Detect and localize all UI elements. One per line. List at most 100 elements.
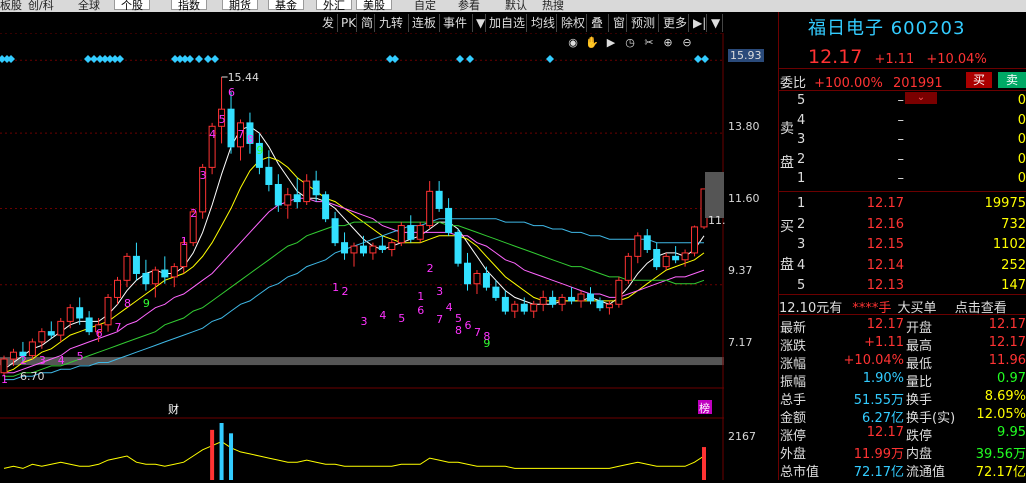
sell-side-label: 盘 — [780, 155, 794, 171]
low-band — [0, 357, 724, 366]
stat-v1: 1.90% — [862, 371, 904, 386]
stat-v2: 12.05% — [976, 407, 1026, 422]
order-book-n: 1 — [797, 171, 806, 186]
toolbar-button[interactable]: 事件 — [440, 14, 473, 32]
toolbar-button[interactable]: 除权 — [558, 14, 587, 32]
stat-l2: 换手(实) — [906, 411, 956, 426]
price-scroll-indicator[interactable] — [705, 172, 724, 218]
td-marker: 5 — [398, 312, 405, 325]
top-nav-item[interactable]: 基金 — [268, 0, 304, 12]
play-icon[interactable]: ▶ — [604, 36, 618, 50]
top-nav-item[interactable]: 自定 — [414, 0, 436, 12]
axis-label: 13.80 — [728, 120, 760, 133]
zoom-minus-icon[interactable]: ⊖ — [680, 36, 694, 50]
sell-button[interactable]: 卖 — [998, 72, 1026, 88]
candle-body — [341, 242, 349, 254]
toolbar-button[interactable]: 九转 — [376, 14, 409, 32]
order-book-vol: 147 — [1001, 278, 1026, 293]
order-book-vol: 19975 — [984, 196, 1026, 211]
candle-body — [691, 226, 699, 254]
toolbar-button[interactable]: ▼ — [473, 14, 486, 32]
top-nav-item[interactable]: 美股 — [356, 0, 392, 12]
toolbar-button[interactable]: 预测 — [628, 14, 659, 32]
top-nav-item[interactable]: 热搜 — [542, 0, 564, 12]
divider — [779, 294, 1026, 295]
top-nav-item[interactable]: 参看 — [458, 0, 480, 12]
order-book-price: – — [897, 171, 905, 186]
stat-v2: 8.69% — [984, 389, 1026, 404]
stat-l1: 外盘 — [780, 447, 807, 462]
order-book-price: – — [897, 132, 905, 147]
volume-ma-line — [3, 441, 705, 469]
event-diamond — [546, 55, 554, 63]
td-marker: 5 — [77, 350, 84, 363]
buy-side-label: 买 — [780, 219, 794, 235]
td-marker: 1 — [332, 281, 339, 294]
candle-body — [520, 303, 528, 312]
td-marker: 8 — [483, 330, 490, 343]
td-marker: 7 — [436, 313, 443, 326]
candle-body — [359, 245, 367, 254]
toolbar-button[interactable]: ▶| — [690, 14, 707, 32]
hand-icon[interactable]: ✋ — [585, 36, 599, 50]
candle-body — [643, 235, 651, 251]
candle-body — [501, 296, 509, 312]
td-marker: 8 — [247, 133, 254, 146]
kline-chart[interactable]: 12 3 4 56 78 91 23 4 567891234567 891234567 815.44… — [0, 32, 724, 480]
stat-l2: 开盘 — [906, 321, 933, 336]
toolbar-button[interactable]: 发 — [319, 14, 338, 32]
zoom-plus-icon[interactable]: ⊕ — [661, 36, 675, 50]
candle-body — [161, 269, 169, 278]
candle-body — [482, 272, 490, 288]
top-nav-item[interactable]: 创/科 — [28, 0, 54, 12]
top-nav-item[interactable]: 个股 — [114, 0, 150, 12]
volume-bar — [219, 423, 224, 480]
stat-v1: +1.11 — [864, 335, 904, 350]
buy-button[interactable]: 买 — [966, 72, 992, 88]
top-nav-item[interactable]: 指数 — [171, 0, 207, 12]
toolbar-button[interactable]: 均线 — [528, 14, 557, 32]
top-nav-item[interactable]: 期货 — [222, 0, 258, 12]
toolbar-button[interactable]: 连板 — [409, 14, 440, 32]
candle-body — [464, 262, 472, 285]
event-diamond — [204, 55, 212, 63]
toolbar-button[interactable]: 加自选 — [486, 14, 527, 32]
candle-body — [227, 108, 235, 148]
candle-body — [57, 320, 65, 336]
divider — [779, 90, 1026, 91]
stock-change: +1.11 — [874, 52, 915, 67]
top-nav-item[interactable]: 板股 — [0, 0, 22, 12]
candle-body — [378, 245, 386, 251]
kline-chart-area[interactable]: 1 2 3 4 5 6 7 8 9 1 2 3 4 5 6 7 8 9 1 2 3 4 5 6 7 8 9 1 2 3 4 5 6 7 8 15.44… — [0, 32, 724, 480]
candle-body — [416, 225, 424, 240]
td-marker: 3 — [436, 285, 443, 298]
toolbar-button[interactable]: PK — [338, 14, 357, 32]
candle-body — [530, 303, 538, 312]
order-book-n: 2 — [797, 216, 806, 232]
stock-code: 600203 — [890, 18, 966, 39]
top-nav-item[interactable]: 外汇 — [316, 0, 352, 12]
top-nav-item[interactable]: 默认 — [505, 0, 527, 12]
candle-body — [662, 255, 670, 268]
toolbar-button[interactable]: 窗 — [610, 14, 627, 32]
stock-price: 12.17 — [808, 46, 863, 68]
toolbar-button[interactable]: ▼ — [708, 14, 723, 32]
toolbar-button[interactable]: 更多 — [660, 14, 689, 32]
toolbar-button[interactable]: 叠 — [588, 14, 609, 32]
scissors-icon[interactable]: ✂ — [642, 36, 656, 50]
top-nav-item[interactable]: 全球 — [78, 0, 100, 12]
history-icon[interactable]: ◷ — [623, 36, 637, 50]
candle-body — [47, 331, 55, 336]
stat-l2: 换手 — [906, 393, 933, 408]
td-marker: 6 — [465, 319, 472, 332]
toolbar-button[interactable]: 简 — [358, 14, 375, 32]
order-ratio-label: 委比 — [780, 76, 807, 91]
chevron-down-icon[interactable]: ⌄ — [905, 92, 937, 104]
candle-body — [492, 286, 500, 298]
candle-body — [473, 272, 481, 285]
stat-l1: 总市值 — [780, 465, 820, 480]
td-marker: 7 — [237, 128, 244, 141]
high-price-label: 15.44 — [228, 71, 260, 84]
eye-icon[interactable]: ◉ — [566, 36, 580, 50]
candle-body — [388, 242, 396, 251]
